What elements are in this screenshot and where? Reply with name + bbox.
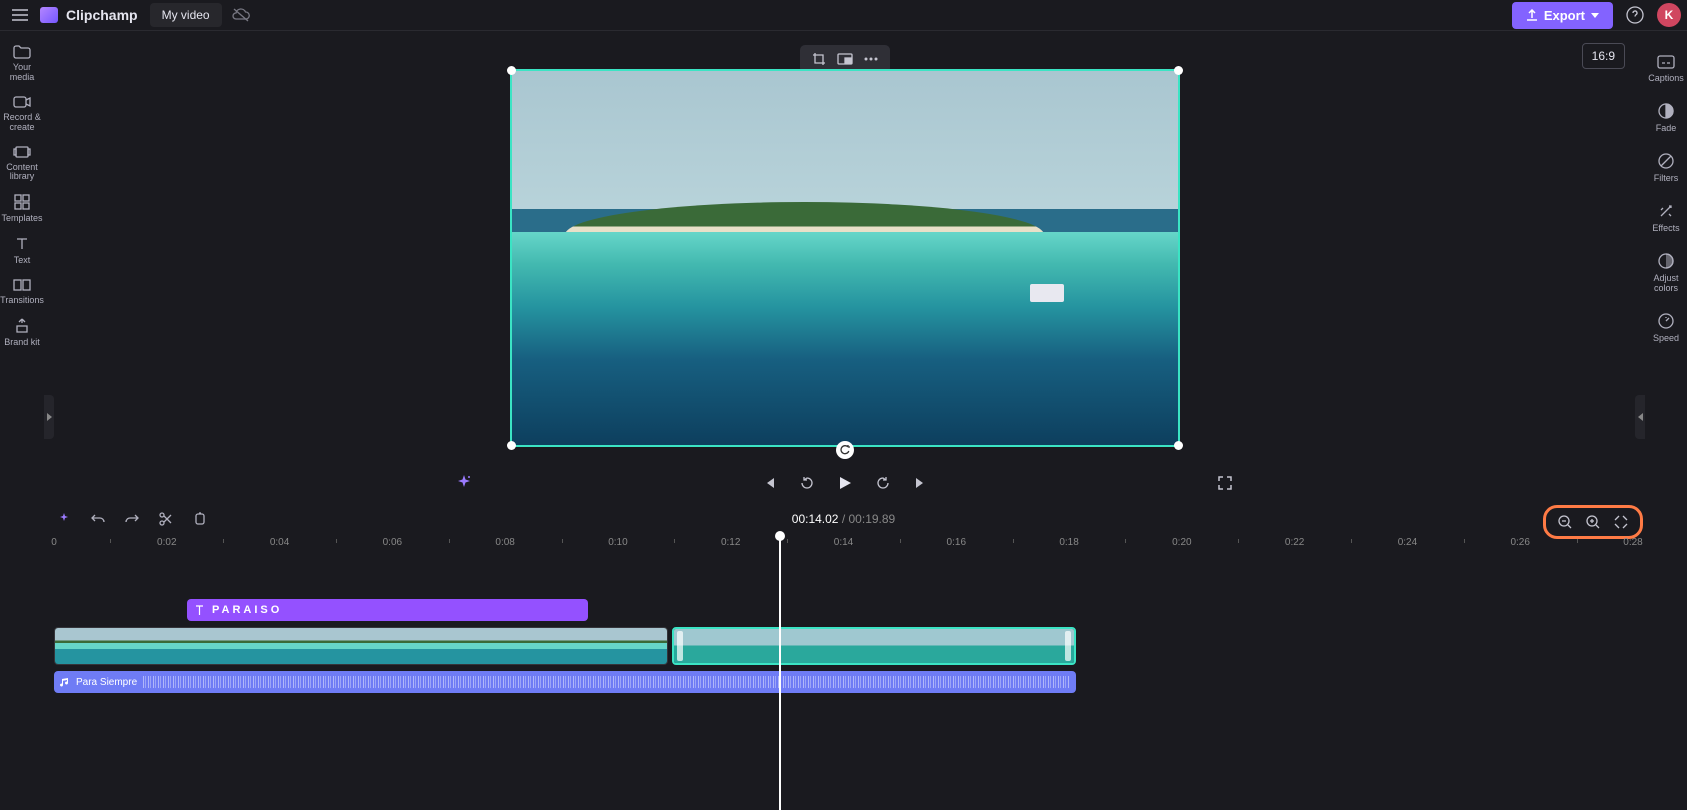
undo-button[interactable]	[88, 509, 108, 529]
trash-button[interactable]	[190, 509, 210, 529]
preview-frame	[512, 71, 1178, 445]
zoom-controls-highlight	[1543, 505, 1643, 539]
zoom-in-icon[interactable]	[1584, 513, 1602, 531]
resize-handle-sw[interactable]	[507, 441, 516, 450]
rotate-handle-icon[interactable]	[836, 441, 854, 459]
preview-stage: 16:9	[44, 31, 1645, 501]
audio-clip[interactable]: Para Siempre	[54, 671, 1076, 693]
music-icon	[60, 677, 70, 687]
current-time: 00:14.02	[792, 512, 839, 526]
text-clip[interactable]: PARAISO	[187, 599, 588, 621]
sidebar-item-effects[interactable]: Effects	[1645, 193, 1687, 243]
ruler-tick: 0:04	[270, 537, 289, 548]
skip-end-icon[interactable]	[911, 473, 931, 493]
pip-icon[interactable]	[836, 50, 854, 68]
resize-handle-ne[interactable]	[1174, 66, 1183, 75]
sidebar-item-content-library[interactable]: Content library	[0, 139, 44, 189]
time-separator: /	[838, 512, 848, 526]
timeline-ruler[interactable]: 0 0:02 0:04 0:06 0:08 0:10 0:12 0:14 0:16 0:18 0:2…	[54, 537, 1633, 557]
ruler-tick: 0:16	[947, 537, 966, 548]
ruler-tick: 0:12	[721, 537, 740, 548]
zoom-out-icon[interactable]	[1556, 513, 1574, 531]
resize-handle-se[interactable]	[1174, 441, 1183, 450]
sidebar-item-fade[interactable]: Fade	[1645, 93, 1687, 143]
rewind-icon[interactable]	[797, 473, 817, 493]
timeline-toolbar: 00:14.02 / 00:19.89	[0, 501, 1687, 537]
export-button[interactable]: Export	[1512, 2, 1613, 29]
ruler-tick: 0:06	[383, 537, 402, 548]
ai-sparkle-icon[interactable]	[454, 473, 474, 493]
clip-handle-left[interactable]	[677, 631, 683, 661]
ruler-tick: 0:10	[608, 537, 627, 548]
playback-controls	[44, 473, 1645, 493]
title-bar: Clipchamp My video Export K	[0, 0, 1687, 31]
sidebar-item-text[interactable]: Text	[0, 230, 44, 272]
text-clip-label: PARAISO	[212, 604, 282, 616]
text-icon	[195, 604, 204, 616]
preview-canvas[interactable]	[510, 69, 1180, 447]
ruler-tick: 0:02	[157, 537, 176, 548]
video-clip-1[interactable]	[54, 627, 668, 665]
sidebar-item-your-media[interactable]: Your media	[0, 39, 44, 89]
sidebar-item-templates[interactable]: Templates	[0, 188, 44, 230]
clipchamp-logo-icon	[40, 7, 58, 23]
play-button[interactable]	[835, 473, 855, 493]
sidebar-item-adjust-colors[interactable]: Adjust colors	[1645, 243, 1687, 303]
cloud-sync-off-icon[interactable]	[228, 2, 254, 28]
total-time: 00:19.89	[849, 512, 896, 526]
ruler-tick: 0	[51, 537, 57, 548]
ruler-tick: 0:14	[834, 537, 853, 548]
ruler-tick: 0:18	[1059, 537, 1078, 548]
skip-start-icon[interactable]	[759, 473, 779, 493]
redo-button[interactable]	[122, 509, 142, 529]
user-avatar[interactable]: K	[1657, 3, 1681, 27]
playhead[interactable]	[779, 537, 781, 810]
audio-clip-label: Para Siempre	[76, 677, 137, 688]
ruler-tick: 0:20	[1172, 537, 1191, 548]
zoom-fit-icon[interactable]	[1612, 513, 1630, 531]
resize-handle-nw[interactable]	[507, 66, 516, 75]
ruler-tick: 0:28	[1623, 537, 1642, 548]
split-button[interactable]	[156, 509, 176, 529]
export-label: Export	[1544, 8, 1585, 23]
sidebar-item-filters[interactable]: Filters	[1645, 143, 1687, 193]
playback-time: 00:14.02 / 00:19.89	[792, 512, 895, 526]
timeline-panel: 00:14.02 / 00:19.89 0 0:02 0:04 0:06 0:08 0:1…	[0, 501, 1687, 810]
right-sidebar: Captions Fade Filters Effects Adjust col…	[1645, 31, 1687, 353]
ai-sparkle-small-icon[interactable]	[54, 509, 74, 529]
brand-name: Clipchamp	[66, 7, 138, 23]
audio-waveform	[143, 676, 1070, 688]
forward-icon[interactable]	[873, 473, 893, 493]
ruler-tick: 0:08	[495, 537, 514, 548]
sidebar-item-record-create[interactable]: Record & create	[0, 89, 44, 139]
clip-handle-right[interactable]	[1065, 631, 1071, 661]
video-clip-2-selected[interactable]	[672, 627, 1076, 665]
ruler-tick: 0:26	[1510, 537, 1529, 548]
help-button[interactable]	[1623, 3, 1647, 27]
more-icon[interactable]	[862, 50, 880, 68]
ruler-tick: 0:22	[1285, 537, 1304, 548]
left-sidebar: Your media Record & create Content libra…	[0, 31, 44, 501]
sidebar-item-brand-kit[interactable]: Brand kit	[0, 312, 44, 354]
sidebar-item-captions[interactable]: Captions	[1645, 45, 1687, 93]
ruler-tick: 0:24	[1398, 537, 1417, 548]
aspect-ratio-button[interactable]: 16:9	[1582, 43, 1625, 69]
video-title-input[interactable]: My video	[150, 3, 222, 27]
timeline-tracks[interactable]: PARAISO Para Siempre	[54, 599, 1633, 769]
hamburger-menu[interactable]	[6, 1, 34, 29]
sidebar-item-transitions[interactable]: Transitions	[0, 272, 44, 312]
fullscreen-icon[interactable]	[1215, 473, 1235, 493]
crop-icon[interactable]	[810, 50, 828, 68]
sidebar-item-speed[interactable]: Speed	[1645, 303, 1687, 353]
